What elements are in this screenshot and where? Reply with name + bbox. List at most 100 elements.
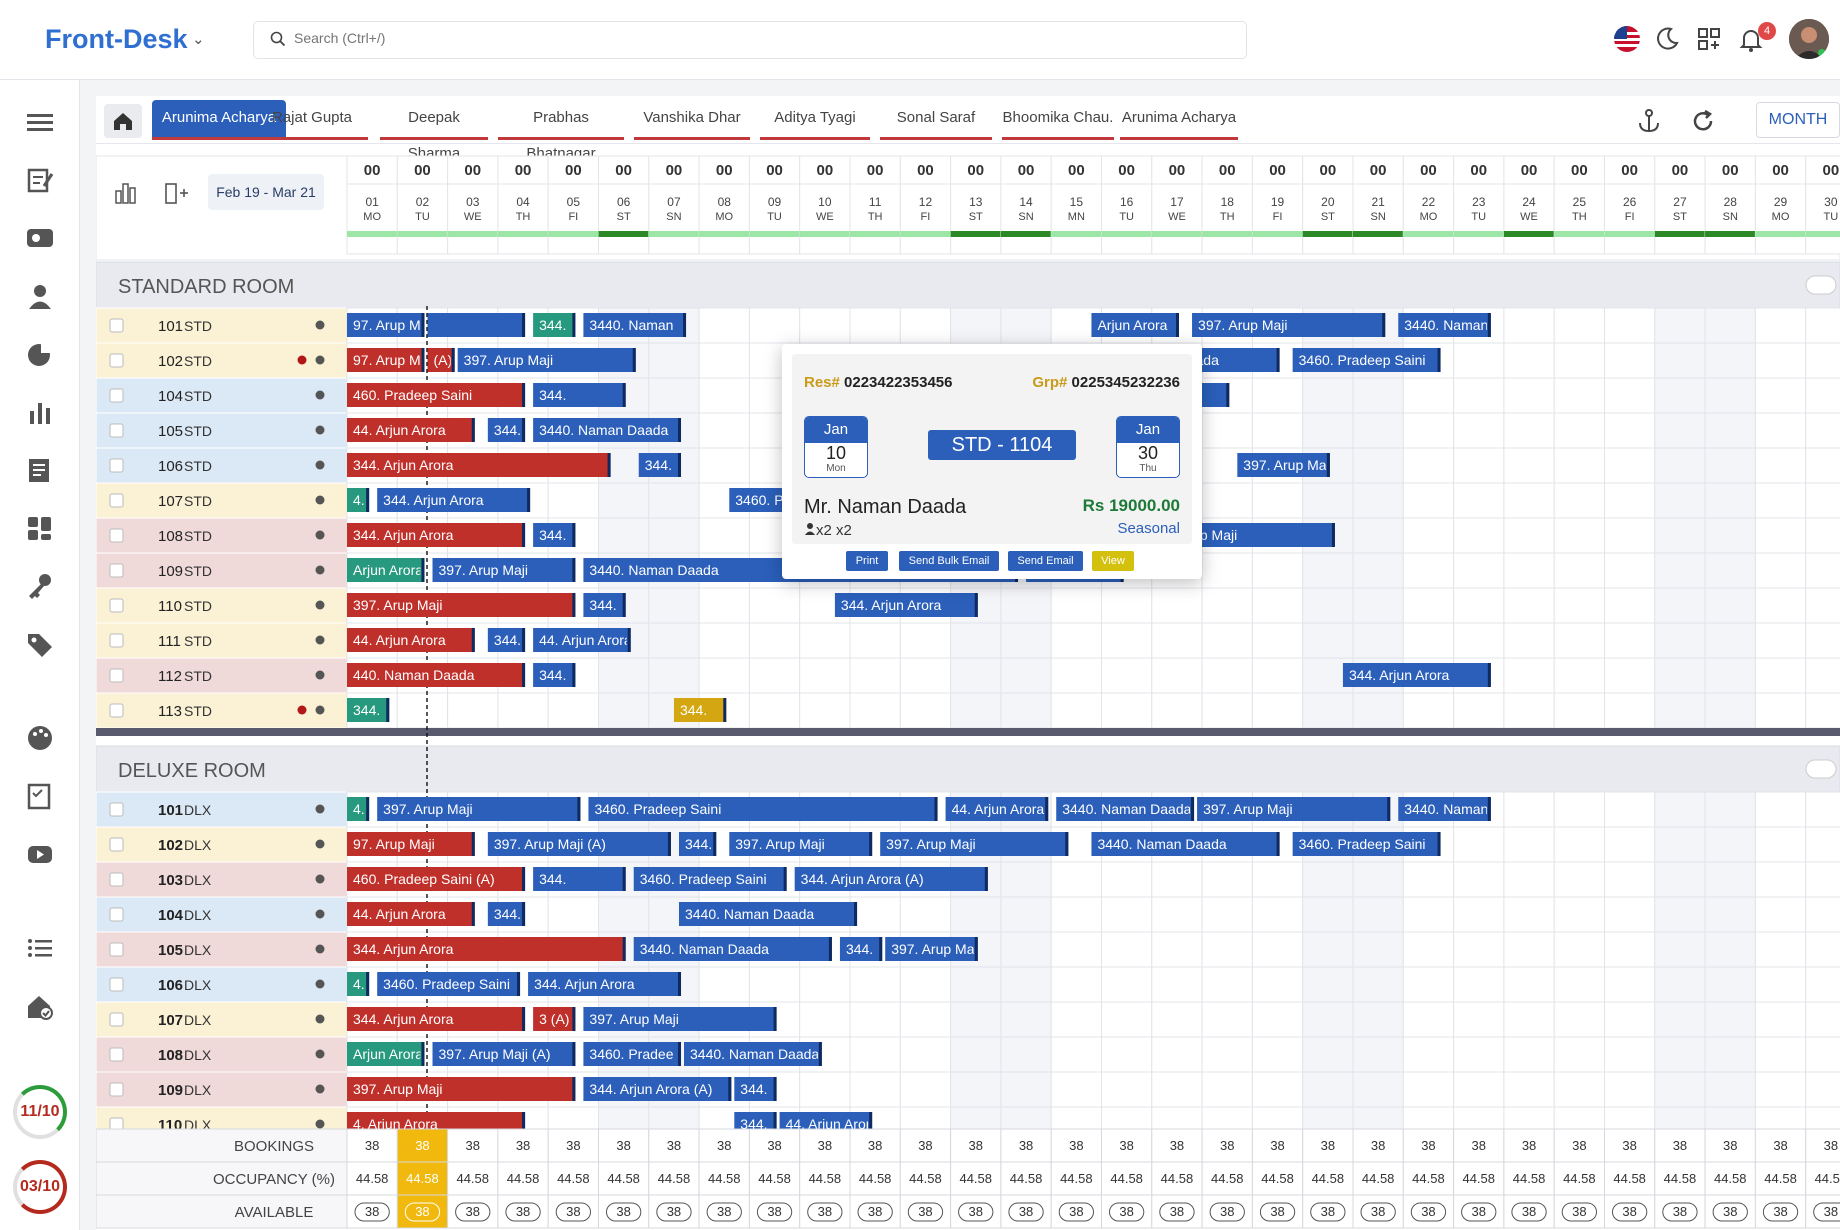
booking-bar[interactable]: 344. [673, 698, 727, 722]
bar-chart-icon[interactable] [24, 398, 56, 426]
booking-bar[interactable]: 460. Pradeep Saini (A) [347, 867, 526, 891]
booking-bar[interactable]: 397. Arup Ma [1237, 453, 1330, 477]
room-checkbox[interactable] [109, 1012, 124, 1027]
list-icon[interactable] [24, 934, 56, 962]
booking-bar[interactable]: 397. Arup Ma [885, 937, 978, 961]
booking-bar[interactable]: Arjun Arora [1091, 313, 1179, 337]
info-icon[interactable] [315, 979, 325, 989]
booking-bar[interactable]: 3460. Pradeep Saini [377, 972, 521, 996]
house-check-icon[interactable] [24, 992, 56, 1020]
booking-bar[interactable]: 3 (A) [533, 1007, 576, 1031]
booking-bar[interactable]: 440. Naman Daada [347, 663, 526, 687]
moon-icon[interactable] [1652, 24, 1682, 54]
checklist-icon[interactable] [24, 782, 56, 810]
room-checkbox[interactable] [109, 318, 124, 333]
info-icon[interactable] [315, 1084, 325, 1094]
view-button[interactable]: View [1092, 551, 1134, 571]
booking-bar[interactable]: 344. Arjun Arora [377, 488, 531, 512]
booking-bar[interactable]: 3440. Naman Daada [633, 937, 832, 961]
info-icon[interactable] [315, 944, 325, 954]
room-checkbox[interactable] [109, 598, 124, 613]
booking-bar[interactable]: 397. Arup Maji [347, 593, 576, 617]
booking-bar[interactable]: 97. Arup Maji [347, 313, 435, 337]
key-icon[interactable] [24, 572, 56, 600]
booking-bar[interactable] [427, 313, 526, 337]
info-icon[interactable] [315, 839, 325, 849]
booking-bar[interactable]: 3440. Naman Daada [533, 418, 682, 442]
booking-bar[interactable]: 397. Arup Maji (A) [432, 1042, 576, 1066]
booking-bar[interactable]: 344. [839, 937, 883, 961]
section-collapse-toggle[interactable] [1805, 275, 1837, 295]
pie-chart-icon[interactable] [24, 340, 56, 368]
info-icon[interactable] [315, 390, 325, 400]
booking-bar[interactable]: 3440. Naman Daada [1091, 832, 1280, 856]
room-checkbox[interactable] [109, 977, 124, 992]
room-checkbox[interactable] [109, 493, 124, 508]
occupancy-counter-in[interactable]: 11/10 [13, 1085, 67, 1139]
edit-note-icon[interactable] [24, 166, 56, 194]
booking-bar[interactable]: (A) [427, 348, 455, 372]
booking-bar[interactable]: 344. Arjun Arora [528, 972, 682, 996]
booking-bar[interactable]: 344. [347, 698, 390, 722]
info-icon[interactable] [315, 874, 325, 884]
booking-bar[interactable]: 3440. Naman Daada [684, 1042, 822, 1066]
booking-bar[interactable]: 397. Arup Maji [880, 832, 1069, 856]
room-checkbox[interactable] [109, 633, 124, 648]
avatar[interactable] [1789, 19, 1829, 59]
booking-bar[interactable]: 460. Pradeep Saini [347, 383, 526, 407]
room-checkbox[interactable] [109, 802, 124, 817]
booking-bar[interactable]: 344. Arjun Arora [347, 1007, 526, 1031]
info-icon[interactable] [315, 425, 325, 435]
booking-bar[interactable]: 344. Arjun Arora [347, 523, 526, 547]
palette-icon[interactable] [24, 724, 56, 752]
info-icon[interactable] [315, 1049, 325, 1059]
tag-icon[interactable] [24, 630, 56, 658]
booking-bar[interactable]: 397. Arup Maji [457, 348, 636, 372]
booking-bar[interactable]: 4. [347, 797, 370, 821]
booking-bar[interactable]: 3440. Naman [1398, 313, 1491, 337]
id-card-icon[interactable] [24, 224, 56, 252]
booking-bar[interactable]: 344. [533, 383, 626, 407]
send-email-button[interactable]: Send Email [1008, 551, 1083, 571]
ledger-icon[interactable] [24, 456, 56, 484]
room-checkbox[interactable] [109, 668, 124, 683]
booking-bar[interactable]: 344. [487, 902, 526, 926]
info-icon[interactable] [315, 600, 325, 610]
booking-bar[interactable]: 97. Arup Maji [347, 832, 475, 856]
info-icon[interactable] [315, 320, 325, 330]
booking-bar[interactable]: 397. Arup Maji [583, 1007, 777, 1031]
booking-bar[interactable]: 344. [533, 663, 576, 687]
booking-bar[interactable]: 344. Arjun Arora [347, 937, 626, 961]
booking-bar[interactable]: 3460. Pradeep Saini [588, 797, 938, 821]
app-brand[interactable]: Front-Desk [45, 24, 188, 55]
search-input[interactable] [294, 30, 1194, 46]
booking-bar[interactable]: 344. [533, 313, 576, 337]
booking-bar[interactable]: Arjun Arora [347, 1042, 425, 1066]
room-checkbox[interactable] [109, 458, 124, 473]
booking-bar[interactable]: 4. [347, 972, 370, 996]
booking-bar[interactable]: 344. [638, 453, 682, 477]
booking-bar[interactable]: 3460. Pradeep Saini [1292, 348, 1441, 372]
booking-bar[interactable]: 397. Arup Maji [377, 797, 581, 821]
booking-bar[interactable]: 3440. Naman Daada [1056, 797, 1195, 821]
chevron-down-icon[interactable]: ⌄ [192, 30, 205, 48]
dashboard-icon[interactable] [24, 514, 56, 542]
booking-bar[interactable]: 3440. Naman [1398, 797, 1491, 821]
booking-bar[interactable]: 3440. Naman [583, 313, 687, 337]
booking-bar[interactable]: 97. Arup Maji [347, 348, 435, 372]
booking-bar[interactable]: 3460. Pradee [583, 1042, 682, 1066]
booking-bar[interactable]: 344. [487, 628, 526, 652]
room-checkbox[interactable] [109, 353, 124, 368]
info-icon[interactable] [315, 909, 325, 919]
booking-bar[interactable]: 344. [533, 867, 626, 891]
booking-bar[interactable]: 44. Arjun Arora [347, 628, 475, 652]
section-collapse-toggle[interactable] [1805, 759, 1837, 779]
booking-bar[interactable]: 4. [347, 488, 370, 512]
occupancy-counter-out[interactable]: 03/10 [13, 1160, 67, 1214]
us-flag-icon[interactable] [1612, 24, 1642, 54]
room-checkbox[interactable] [109, 837, 124, 852]
booking-bar[interactable]: 397. Arup Maji (A) [487, 832, 671, 856]
booking-bar[interactable]: 344. Arjun Arora (A) [583, 1077, 732, 1101]
user-icon[interactable] [24, 282, 56, 310]
booking-bar[interactable]: 44. Arjun Arora [347, 418, 475, 442]
